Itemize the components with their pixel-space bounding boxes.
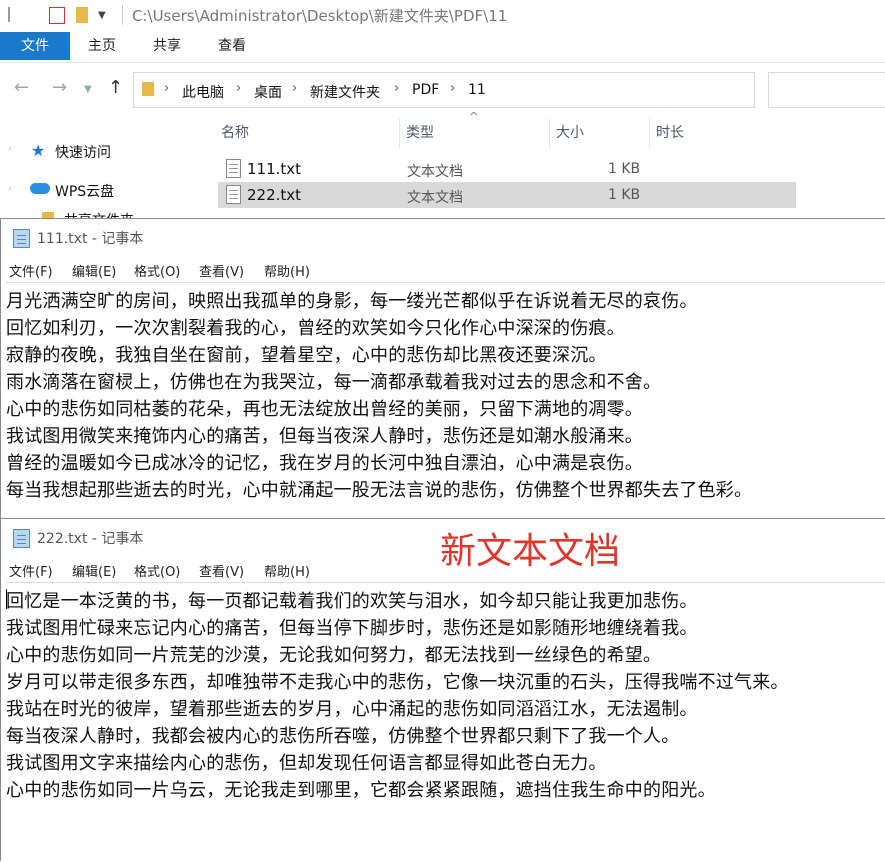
cloud-icon (30, 183, 50, 194)
tab-view[interactable]: 查看 (214, 32, 250, 60)
titlebar-divider (122, 5, 123, 25)
menu-format[interactable]: 格式(O) (134, 561, 180, 580)
tab-share[interactable]: 共享 (149, 32, 185, 60)
text-line: 心中的悲伤如同枯萎的花朵，再也无法绽放出曾经的美丽，只留下满地的凋零。 (6, 399, 643, 420)
expand-icon[interactable]: › (8, 144, 12, 154)
text-line: 心中的悲伤如同一片荒芜的沙漠，无论我如何努力，都无法找到一丝绿色的希望。 (6, 645, 662, 666)
menu-help[interactable]: 帮助(H) (264, 261, 310, 280)
recent-dropdown-icon[interactable]: ▼ (84, 84, 92, 95)
text-line: 我站在时光的彼岸，望着那些逝去的岁月，心中涌起的悲伤如同滔滔江水，无法遏制。 (6, 699, 698, 720)
file-type: 文本文档 (407, 164, 463, 180)
expand-icon[interactable]: › (8, 184, 12, 194)
navigation-pane: › ★ 快速访问 › WPS云盘 共享文件夹 (0, 118, 215, 220)
file-size: 1 KB (608, 161, 641, 177)
column-name[interactable]: 名称 (221, 122, 249, 142)
address-bar[interactable]: › 此电脑 › 桌面 › 新建文件夹 › PDF › 11 ⌄ ↻ (133, 72, 879, 108)
notepad-window-111: 111.txt - 记事本 文件(F) 编辑(E) 格式(O) 查看(V) 帮助… (0, 218, 885, 519)
notepad-icon (13, 229, 30, 248)
column-divider[interactable] (549, 118, 550, 148)
text-line: 回忆如利刃，一次次割裂着我的心，曾经的欢笑如今只化作心中深深的伤痕。 (6, 318, 625, 339)
search-input[interactable] (768, 72, 885, 108)
breadcrumb-desktop[interactable]: 桌面 (254, 82, 282, 102)
quick-access-dropdown-icon[interactable]: ▼ (98, 10, 106, 21)
chevron-right-icon: › (450, 81, 456, 96)
text-line: 我试图用忙碌来忘记内心的痛苦，但每当停下脚步时，悲伤还是如影随形地缠绕着我。 (6, 618, 698, 639)
column-divider[interactable] (399, 118, 400, 148)
menu-edit[interactable]: 编辑(E) (72, 261, 116, 280)
menu-file[interactable]: 文件(F) (9, 561, 53, 580)
menu-file[interactable]: 文件(F) (9, 261, 53, 280)
text-line: 岁月可以带走很多东西，却唯独带不走我心中的悲伤，它像一块沉重的石头，压得我喘不过… (6, 672, 789, 693)
ribbon: 文件 主页 共享 查看 (0, 32, 885, 63)
column-size[interactable]: 大小 (556, 122, 584, 142)
menu-format[interactable]: 格式(O) (134, 261, 180, 280)
chevron-right-icon: › (292, 81, 298, 96)
breadcrumb-pdf[interactable]: PDF (412, 82, 439, 98)
notepad-icon (13, 529, 30, 548)
text-line: 每当我想起那些逝去的时光，心中就涌起一股无法言说的悲伤，仿佛整个世界都失去了色彩… (6, 480, 753, 501)
column-divider[interactable] (649, 118, 650, 148)
notepad-title: 111.txt - 记事本 (37, 231, 144, 247)
text-line: 曾经的温暖如今已成冰冷的记忆，我在岁月的长河中独自漂泊，心中满是哀伤。 (6, 453, 643, 474)
text-editor[interactable]: 月光洒满空旷的房间，映照出我孤单的身影，每一缕光芒都似乎在诉说着无尽的哀伤。 回… (6, 282, 885, 520)
text-line: 回忆是一本泛黄的书，每一页都记载着我们的欢笑与泪水，如今却只能让我更加悲伤。 (6, 591, 698, 612)
up-icon[interactable]: ↑ (108, 77, 123, 98)
nav-quick-access[interactable]: 快速访问 (55, 142, 111, 162)
tab-home[interactable]: 主页 (84, 32, 120, 60)
back-icon[interactable]: ← (14, 77, 29, 98)
overlay-annotation: 新文本文档 (440, 531, 621, 572)
breadcrumb-new-folder[interactable]: 新建文件夹 (310, 82, 380, 102)
chevron-right-icon: › (164, 81, 170, 96)
text-line: 心中的悲伤如同一片乌云，无论我走到哪里，它都会紧紧跟随，遮挡住我生命中的阳光。 (6, 780, 716, 801)
window-title: C:\Users\Administrator\Desktop\新建文件夹\PDF… (132, 7, 508, 25)
text-line: 寂静的夜晚，我独自坐在窗前，望着星空，心中的悲伤却比黑夜还要深沉。 (6, 345, 607, 366)
file-row[interactable]: 111.txt 文本文档 1 KB (218, 156, 796, 182)
file-name: 222.txt (247, 186, 302, 204)
nav-shared-folder[interactable]: 共享文件夹 (64, 210, 134, 218)
nav-wps-cloud[interactable]: WPS云盘 (55, 181, 114, 201)
column-type[interactable]: 类型 (406, 122, 434, 142)
menu-view[interactable]: 查看(V) (199, 261, 244, 280)
text-line: 我试图用文字来描绘内心的悲伤，但却发现任何语言都显得如此苍白无力。 (6, 753, 607, 774)
chevron-right-icon: › (394, 81, 400, 96)
notepad-title: 222.txt - 记事本 (37, 531, 144, 547)
folder-icon (142, 82, 154, 96)
text-line: 月光洒满空旷的房间，映照出我孤单的身影，每一缕光芒都似乎在诉说着无尽的哀伤。 (6, 291, 698, 312)
text-file-icon (226, 159, 241, 178)
column-duration[interactable]: 时长 (656, 122, 684, 142)
forward-icon[interactable]: → (52, 77, 67, 98)
menu-help[interactable]: 帮助(H) (264, 561, 310, 580)
breadcrumb-11[interactable]: 11 (468, 82, 486, 98)
breadcrumb-this-pc[interactable]: 此电脑 (182, 82, 224, 102)
text-file-icon (226, 185, 241, 204)
menu-edit[interactable]: 编辑(E) (72, 561, 116, 580)
file-name: 111.txt (247, 160, 302, 178)
text-editor[interactable]: 回忆是一本泛黄的书，每一页都记载着我们的欢笑与泪水，如今却只能让我更加悲伤。 我… (6, 582, 885, 862)
chevron-right-icon: › (236, 81, 242, 96)
file-row-selected[interactable]: 222.txt 文本文档 1 KB (218, 182, 796, 208)
file-type: 文本文档 (407, 190, 463, 206)
explorer-titlebar: ▼ C:\Users\Administrator\Desktop\新建文件夹\P… (0, 0, 885, 32)
text-line: 雨水滴落在窗棂上，仿佛也在为我哭泣，每一滴都承载着我对过去的思念和不舍。 (6, 372, 662, 393)
menu-view[interactable]: 查看(V) (199, 561, 244, 580)
tab-file[interactable]: 文件 (0, 32, 70, 60)
file-size: 1 KB (608, 187, 641, 203)
text-line: 每当夜深人静时，我都会被内心的悲伤所吞噬，仿佛整个世界都只剩下了我一个人。 (6, 726, 680, 747)
star-icon: ★ (31, 141, 46, 160)
text-line: 我试图用微笑来掩饰内心的痛苦，但每当夜深人静时，悲伤还是如潮水般涌来。 (6, 426, 643, 447)
separator-icon (8, 7, 22, 22)
sort-up-icon: ^ (469, 110, 479, 123)
properties-check-icon[interactable] (49, 7, 65, 24)
new-folder-icon[interactable] (76, 7, 88, 23)
